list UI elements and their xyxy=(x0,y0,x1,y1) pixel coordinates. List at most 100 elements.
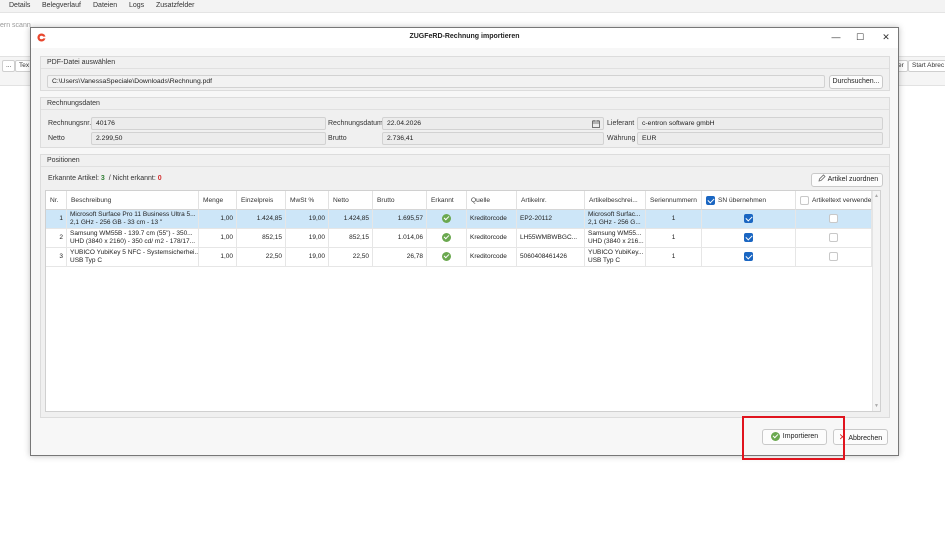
cell-brutto[interactable]: 1.695,57 xyxy=(373,210,427,228)
cell-brutto[interactable]: 1.014,06 xyxy=(373,229,427,247)
cell-erkannt[interactable] xyxy=(427,229,467,247)
cell-quelle[interactable]: Kreditorcode xyxy=(467,210,517,228)
cell-erkannt[interactable] xyxy=(427,248,467,266)
calendar-icon[interactable] xyxy=(592,120,600,128)
header-col-artikelbeschreibung[interactable]: Artikelbeschrei... xyxy=(585,191,646,210)
sn-checkbox[interactable] xyxy=(744,232,753,242)
cell-seriennummern[interactable]: 1 xyxy=(646,210,702,228)
menu-belegverlauf[interactable]: Belegverlauf xyxy=(42,2,81,9)
cell-nr[interactable]: 2 xyxy=(46,229,67,247)
recognized-label: Erkannte Artikel: xyxy=(48,175,99,182)
cell-einzelpreis[interactable]: 1.424,85 xyxy=(237,210,286,228)
cell-artikeltext[interactable] xyxy=(796,210,872,228)
header-col-erkannt[interactable]: Erkannt xyxy=(427,191,467,210)
menu-details[interactable]: Details xyxy=(9,2,30,9)
cell-sn-uebernehmen[interactable] xyxy=(702,248,796,266)
background-toolbar-button[interactable]: Start Abrec xyxy=(908,60,945,72)
cell-einzelpreis[interactable]: 852,15 xyxy=(237,229,286,247)
not-recognized-count: 0 xyxy=(157,175,162,182)
cell-netto[interactable]: 22,50 xyxy=(329,248,373,266)
header-col-mwst[interactable]: MwSt % xyxy=(286,191,329,210)
cell-artikelnr[interactable]: LH55WMBWBGC... xyxy=(517,229,585,247)
sn-all-checkbox[interactable] xyxy=(706,195,715,205)
cell-menge[interactable]: 1,00 xyxy=(199,248,237,266)
pdf-path-field[interactable]: C:\Users\VanessaSpeciale\Downloads\Rechn… xyxy=(47,75,825,88)
browse-button[interactable]: Durchsuchen... xyxy=(829,75,883,89)
cell-artikelnr[interactable]: 5060408461426 xyxy=(517,248,585,266)
cell-sn-uebernehmen[interactable] xyxy=(702,229,796,247)
cell-einzelpreis[interactable]: 22,50 xyxy=(237,248,286,266)
cell-seriennummern[interactable]: 1 xyxy=(646,229,702,247)
close-button[interactable]: ✕ xyxy=(879,31,893,44)
cell-beschreibung[interactable]: YUBICO YubiKey 5 NFC - Systemsicherhei..… xyxy=(67,248,199,266)
menu-dateien[interactable]: Dateien xyxy=(93,2,117,9)
cell-artikelnr[interactable]: EP2-20112 xyxy=(517,210,585,228)
header-col-brutto[interactable]: Brutto xyxy=(373,191,427,210)
table-row[interactable]: 3 YUBICO YubiKey 5 NFC - Systemsicherhei.… xyxy=(46,248,880,267)
cell-sn-uebernehmen[interactable] xyxy=(702,210,796,228)
sn-checkbox[interactable] xyxy=(744,213,753,223)
description-line-2: UHD (3840 x 2160) - 350 cd/ m2 - 178/17.… xyxy=(70,238,196,245)
header-col-quelle[interactable]: Quelle xyxy=(467,191,517,210)
cell-nr[interactable]: 1 xyxy=(46,210,67,228)
cell-mwst[interactable]: 19,00 xyxy=(286,229,329,247)
cell-artikelbeschreibung[interactable]: Samsung WM55... UHD (3840 x 216... xyxy=(585,229,646,247)
cell-artikeltext[interactable] xyxy=(796,229,872,247)
background-toolbar-button[interactable]: ... xyxy=(2,60,16,72)
netto-field[interactable]: 2.299,50 xyxy=(91,132,326,145)
cell-artikelbeschreibung[interactable]: Microsoft Surfac... 2,1 GHz - 256 G... xyxy=(585,210,646,228)
cell-menge[interactable]: 1,00 xyxy=(199,210,237,228)
assign-article-label: Artikel zuordnen xyxy=(827,176,879,183)
header-col-menge[interactable]: Menge xyxy=(199,191,237,210)
header-col-artikeltext[interactable]: Artikeltext verwenden xyxy=(796,191,872,210)
unit-price-value: 1.424,85 xyxy=(256,215,282,222)
rechnungsnr-field[interactable]: 40176 xyxy=(91,117,326,130)
text-all-checkbox[interactable] xyxy=(800,195,809,205)
cell-mwst[interactable]: 19,00 xyxy=(286,248,329,266)
article-text-checkbox[interactable] xyxy=(829,232,838,242)
sn-checkbox[interactable] xyxy=(744,251,753,261)
header-col-netto[interactable]: Netto xyxy=(329,191,373,210)
cell-quelle[interactable]: Kreditorcode xyxy=(467,229,517,247)
menu-zusatzfelder[interactable]: Zusatzfelder xyxy=(156,2,195,9)
menu-logs[interactable]: Logs xyxy=(129,2,144,9)
invoice-data-group: Rechnungsdaten Rechnungsnr. 40176 Rechnu… xyxy=(40,97,890,148)
rechnungsdatum-field[interactable]: 22.04.2026 xyxy=(382,117,604,130)
cell-netto[interactable]: 852,15 xyxy=(329,229,373,247)
cell-beschreibung[interactable]: Microsoft Surface Pro 11 Business Ultra … xyxy=(67,210,199,228)
lieferant-field[interactable]: c-entron software gmbH xyxy=(637,117,883,130)
cell-menge[interactable]: 1,00 xyxy=(199,229,237,247)
cell-erkannt[interactable] xyxy=(427,210,467,228)
vertical-scrollbar[interactable]: ▲ ▼ xyxy=(872,191,880,411)
brutto-field[interactable]: 2.736,41 xyxy=(382,132,604,145)
cell-artikelbeschreibung[interactable]: YUBICO YubiKey... USB Typ C xyxy=(585,248,646,266)
header-label: Nr. xyxy=(50,197,59,204)
cell-mwst[interactable]: 19,00 xyxy=(286,210,329,228)
cell-netto[interactable]: 1.424,85 xyxy=(329,210,373,228)
cell-nr[interactable]: 3 xyxy=(46,248,67,266)
header-col-artikelnr[interactable]: Artikelnr. xyxy=(517,191,585,210)
net-value: 852,15 xyxy=(349,234,369,241)
cell-seriennummern[interactable]: 1 xyxy=(646,248,702,266)
article-text-checkbox[interactable] xyxy=(829,213,838,223)
description-line-1: Microsoft Surface Pro 11 Business Ultra … xyxy=(70,211,196,218)
assign-article-button[interactable]: Artikel zuordnen xyxy=(811,173,883,187)
cell-brutto[interactable]: 26,78 xyxy=(373,248,427,266)
header-col-sn-uebernehmen[interactable]: SN übernehmen xyxy=(702,191,796,210)
waehrung-field[interactable]: EUR xyxy=(637,132,883,145)
header-col-nr[interactable]: Nr. xyxy=(46,191,67,210)
article-text-checkbox[interactable] xyxy=(829,251,838,261)
table-row[interactable]: 2 Samsung WM55B - 139.7 cm (55") - 350...… xyxy=(46,229,880,248)
table-row[interactable]: 1 Microsoft Surface Pro 11 Business Ultra… xyxy=(46,210,880,229)
header-col-beschreibung[interactable]: Beschreibung xyxy=(67,191,199,210)
header-col-seriennummern[interactable]: Seriennummern xyxy=(646,191,702,210)
cell-beschreibung[interactable]: Samsung WM55B - 139.7 cm (55") - 350... U… xyxy=(67,229,199,247)
minimize-button[interactable]: — xyxy=(829,31,843,44)
unit-price-value: 852,15 xyxy=(262,234,282,241)
scroll-down-icon[interactable]: ▼ xyxy=(874,403,879,409)
cell-quelle[interactable]: Kreditorcode xyxy=(467,248,517,266)
header-col-einzelpreis[interactable]: Einzelpreis xyxy=(237,191,286,210)
cell-artikeltext[interactable] xyxy=(796,248,872,266)
scroll-up-icon[interactable]: ▲ xyxy=(874,193,879,199)
maximize-button[interactable]: ☐ xyxy=(853,31,867,44)
